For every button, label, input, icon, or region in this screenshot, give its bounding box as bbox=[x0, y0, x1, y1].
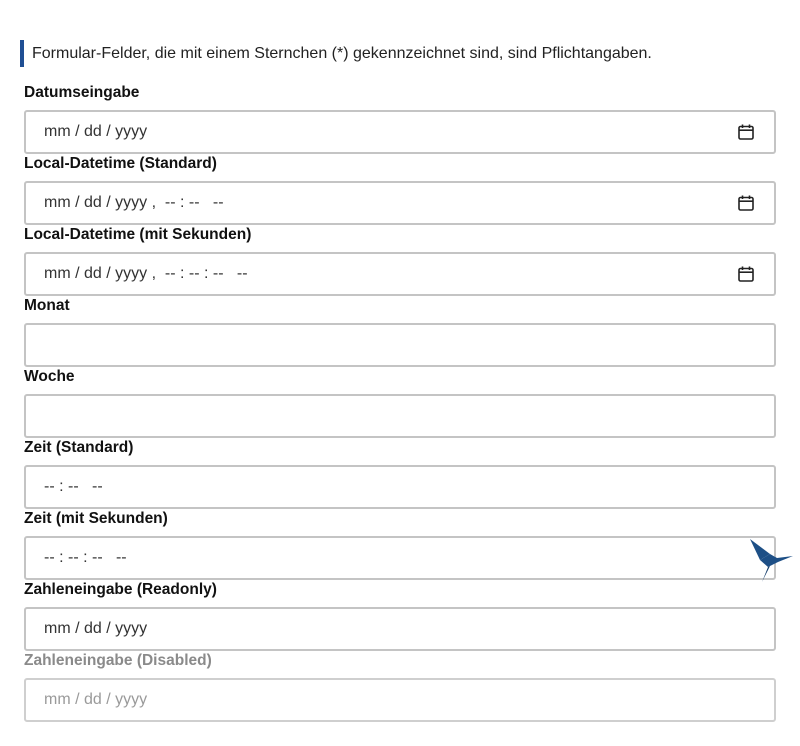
calendar-icon[interactable] bbox=[738, 195, 754, 211]
readonly-number-input[interactable]: mm / dd / yyyy bbox=[24, 607, 776, 651]
disabled-number-input: mm / dd / yyyy bbox=[24, 678, 776, 722]
month-label: Monat bbox=[24, 297, 70, 314]
time-seconds-label: Zeit (mit Sekunden) bbox=[24, 510, 168, 527]
disabled-number-label: Zahleneingabe (Disabled) bbox=[24, 652, 212, 669]
time-seconds-value: -- : -- : -- -- bbox=[44, 549, 127, 566]
time-seconds-input[interactable]: -- : -- : -- -- bbox=[24, 536, 776, 580]
date-input[interactable]: mm / dd / yyyy bbox=[24, 110, 776, 154]
local-datetime-label: Local-Datetime (Standard) bbox=[24, 155, 217, 172]
calendar-icon[interactable] bbox=[738, 124, 754, 140]
month-input[interactable] bbox=[24, 323, 776, 367]
disabled-number-value: mm / dd / yyyy bbox=[44, 691, 148, 708]
time-label: Zeit (Standard) bbox=[24, 439, 134, 456]
calendar-icon[interactable] bbox=[738, 266, 754, 282]
date-input-value: mm / dd / yyyy bbox=[44, 123, 148, 140]
readonly-number-value: mm / dd / yyyy bbox=[44, 620, 148, 637]
week-input[interactable] bbox=[24, 394, 776, 438]
local-datetime-seconds-label: Local-Datetime (mit Sekunden) bbox=[24, 226, 252, 243]
local-datetime-seconds-input[interactable]: mm / dd / yyyy , -- : -- : -- -- bbox=[24, 252, 776, 296]
readonly-number-label: Zahleneingabe (Readonly) bbox=[24, 581, 217, 598]
time-value: -- : -- -- bbox=[44, 478, 103, 495]
date-input-label: Datumseingabe bbox=[24, 84, 140, 101]
required-fields-notice: Formular-Felder, die mit einem Sternchen… bbox=[20, 40, 652, 67]
local-datetime-input[interactable]: mm / dd / yyyy , -- : -- -- bbox=[24, 181, 776, 225]
local-datetime-value: mm / dd / yyyy , -- : -- -- bbox=[44, 194, 224, 211]
time-input[interactable]: -- : -- -- bbox=[24, 465, 776, 509]
hummingbird-logo-icon bbox=[750, 539, 793, 582]
week-label: Woche bbox=[24, 368, 75, 385]
local-datetime-seconds-value: mm / dd / yyyy , -- : -- : -- -- bbox=[44, 265, 248, 282]
